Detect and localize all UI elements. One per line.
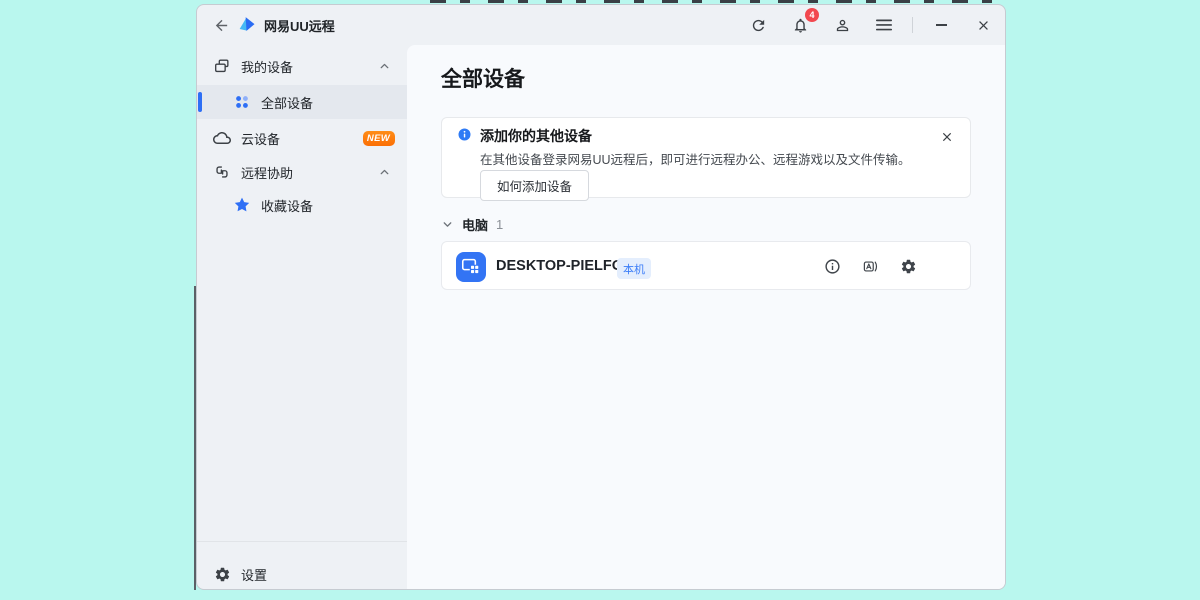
background-artifact	[430, 0, 995, 3]
gear-icon	[900, 258, 917, 275]
computer-tile-icon	[456, 252, 486, 282]
sidebar-item-label: 设置	[241, 565, 267, 584]
app-window: 网易UU远程 4	[196, 4, 1006, 590]
sidebar-item-cloud-devices[interactable]: 云设备 NEW	[197, 123, 407, 153]
device-name: DESKTOP-PIELFOT	[496, 258, 632, 274]
info-circle-icon	[824, 258, 841, 275]
page-title: 全部设备	[441, 63, 525, 93]
star-icon	[232, 195, 252, 215]
notification-count-badge: 4	[805, 8, 819, 22]
new-badge: NEW	[363, 131, 395, 146]
sidebar-item-label: 全部设备	[261, 93, 313, 112]
menu-button[interactable]	[870, 11, 898, 39]
device-row[interactable]: DESKTOP-PIELFOT 本机	[441, 241, 971, 290]
desktop-background: 网易UU远程 4	[0, 0, 1200, 600]
gear-icon	[212, 564, 232, 584]
refresh-button[interactable]	[744, 11, 772, 39]
sidebar-item-label: 收藏设备	[261, 196, 313, 215]
device-group-header[interactable]: 电脑 1	[441, 215, 503, 233]
device-group-count: 1	[496, 217, 503, 232]
cloud-icon	[212, 128, 232, 148]
hamburger-icon	[876, 18, 892, 32]
how-to-add-device-button[interactable]: 如何添加设备	[480, 170, 589, 201]
rename-device-button[interactable]	[860, 257, 880, 277]
app-title: 网易UU远程	[264, 16, 335, 35]
arrow-left-icon	[213, 17, 230, 34]
titlebar-divider	[912, 17, 913, 33]
minimize-button[interactable]	[927, 11, 955, 39]
person-icon	[834, 17, 851, 34]
titlebar: 网易UU远程 4	[197, 5, 1005, 45]
banner-close-button[interactable]	[936, 126, 958, 148]
sidebar-item-my-devices[interactable]: 我的设备	[197, 51, 407, 81]
app-logo-icon	[237, 15, 257, 35]
close-icon	[940, 130, 954, 144]
titlebar-actions: 4	[744, 11, 997, 39]
sidebar-item-all-devices[interactable]: 全部设备	[197, 85, 407, 119]
remote-assist-icon	[212, 162, 232, 182]
refresh-icon	[750, 17, 767, 34]
device-actions	[822, 257, 918, 277]
sidebar-item-label: 云设备	[241, 129, 280, 148]
rename-icon	[862, 258, 879, 275]
chevron-down-icon	[441, 218, 454, 231]
account-button[interactable]	[828, 11, 856, 39]
sidebar-item-remote-assist[interactable]: 远程协助	[197, 157, 407, 187]
devices-icon	[212, 56, 232, 76]
back-button[interactable]	[207, 11, 235, 39]
sidebar: 我的设备 全部设备	[197, 45, 407, 590]
banner-description: 在其他设备登录网易UU远程后，即可进行远程办公、远程游戏以及文件传输。	[480, 149, 911, 168]
info-filled-icon	[457, 127, 472, 142]
device-group-label: 电脑	[462, 215, 488, 234]
main-panel: 全部设备 添加你的其他设备 在其他设备登录网易UU远程后，即可进行远程办公、远程…	[407, 45, 1006, 590]
chevron-up-icon	[378, 60, 391, 73]
sidebar-item-label: 远程协助	[241, 163, 293, 182]
sidebar-divider	[197, 541, 407, 542]
notifications-button[interactable]: 4	[786, 11, 814, 39]
close-icon	[976, 18, 991, 33]
add-device-banner: 添加你的其他设备 在其他设备登录网易UU远程后，即可进行远程办公、远程游戏以及文…	[441, 117, 971, 198]
chevron-up-icon	[378, 166, 391, 179]
device-info-button[interactable]	[822, 257, 842, 277]
banner-title: 添加你的其他设备	[480, 126, 592, 146]
sidebar-item-label: 我的设备	[241, 57, 293, 76]
close-button[interactable]	[969, 11, 997, 39]
minimize-icon	[936, 24, 947, 26]
grid-dots-icon	[232, 92, 252, 112]
sidebar-item-settings[interactable]: 设置	[197, 558, 407, 590]
local-machine-badge: 本机	[617, 258, 651, 279]
selected-indicator	[198, 92, 202, 112]
sidebar-item-favorite-devices[interactable]: 收藏设备	[197, 190, 407, 220]
app-identity: 网易UU远程	[237, 5, 335, 45]
device-settings-button[interactable]	[898, 257, 918, 277]
